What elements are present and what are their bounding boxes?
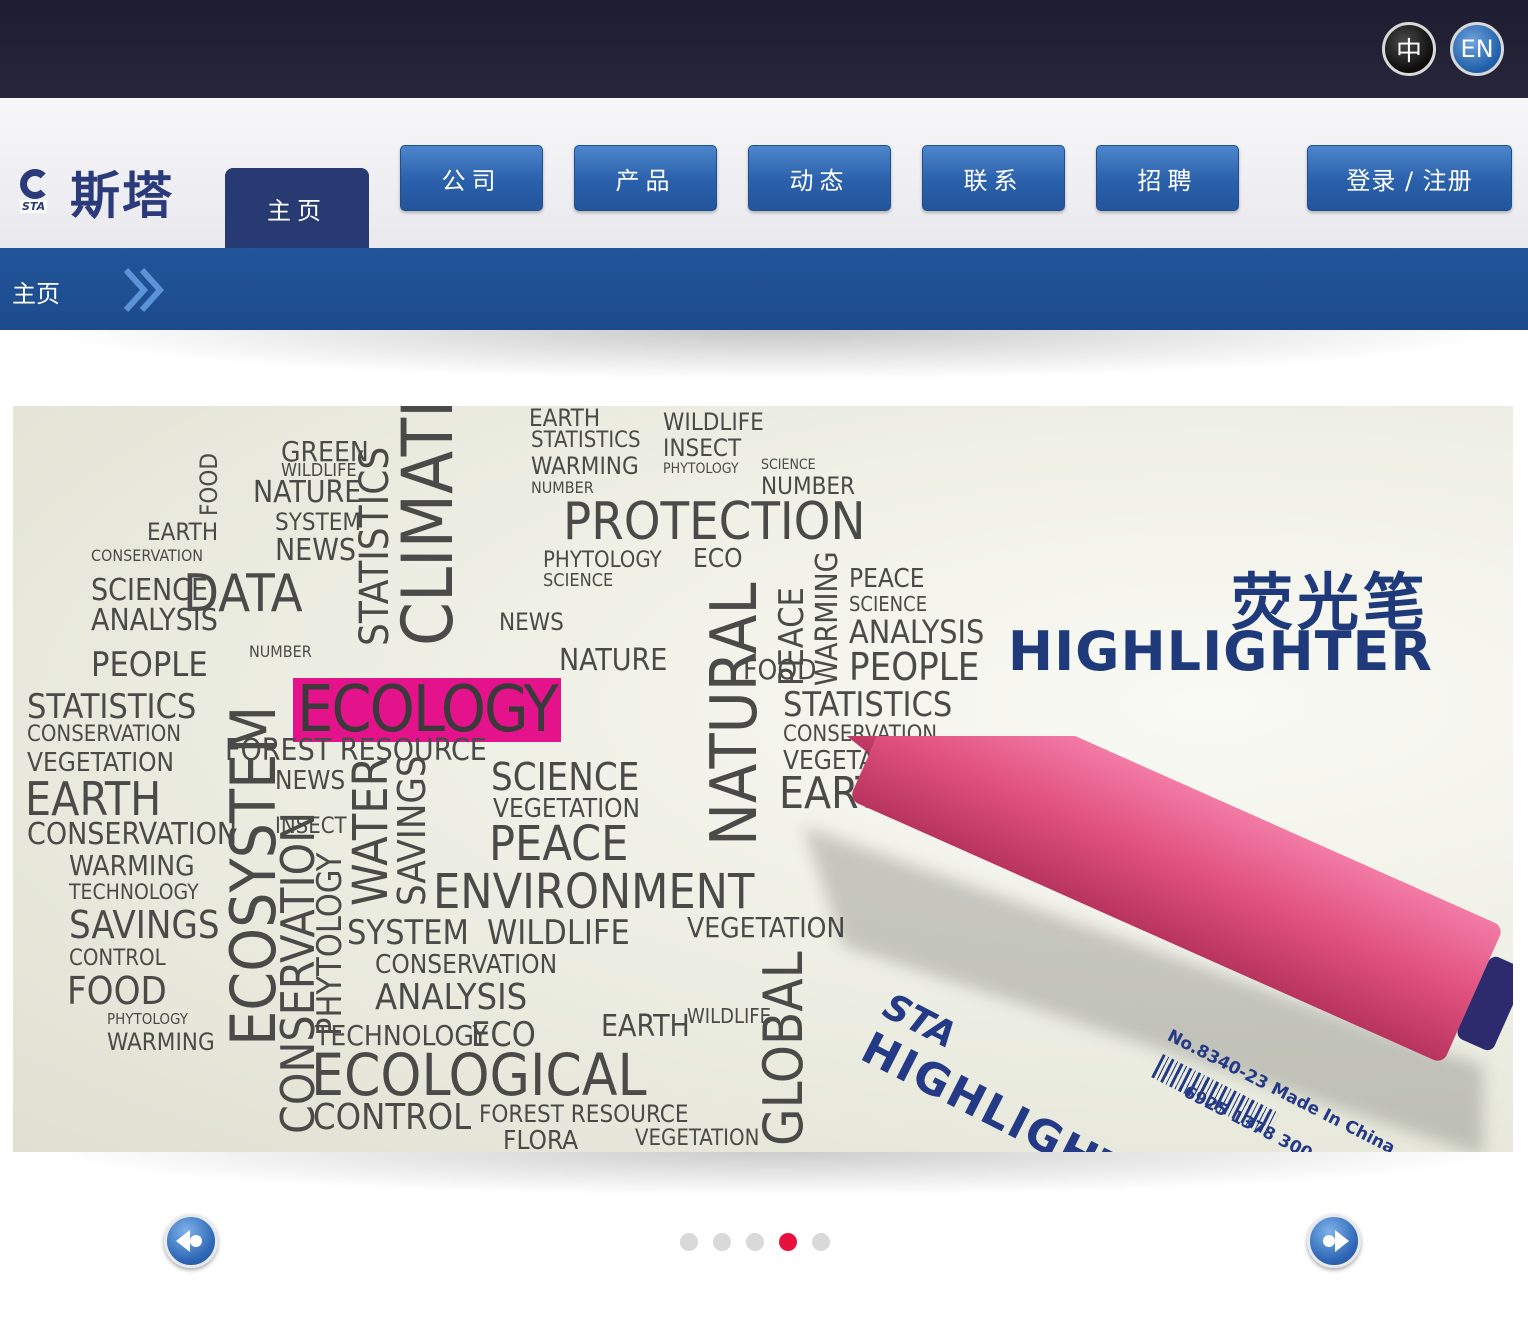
breadcrumb-home[interactable]: 主页 bbox=[12, 274, 60, 309]
word: NEWS bbox=[275, 533, 357, 568]
word: PHYTOLOGY bbox=[310, 852, 350, 1036]
word: ANALYSIS bbox=[849, 613, 985, 651]
word: SCIENCE bbox=[761, 457, 816, 473]
word: SAVINGS bbox=[69, 903, 220, 947]
word: CONSERVATION bbox=[27, 817, 238, 852]
word: WILDLIFE bbox=[487, 913, 630, 953]
word: NEWS bbox=[499, 608, 564, 636]
word: ANALYSIS bbox=[375, 977, 528, 1018]
language-english-button[interactable]: EN bbox=[1450, 22, 1504, 76]
double-chevron-right-icon bbox=[123, 267, 165, 313]
word: FOOD bbox=[67, 969, 167, 1013]
hero-banner[interactable]: STATISTICS CONSERVATION VEGETATION EARTH… bbox=[13, 406, 1513, 1152]
word: CONTROL bbox=[313, 1097, 472, 1138]
word: EARTH bbox=[25, 772, 162, 826]
nav-button-jobs[interactable]: 招聘 bbox=[1096, 145, 1239, 211]
nav-button-contact[interactable]: 联系 bbox=[922, 145, 1065, 211]
nav-button-news[interactable]: 动态 bbox=[748, 145, 891, 211]
word: SCIENCE bbox=[849, 592, 928, 616]
carousel-indicators bbox=[680, 1233, 830, 1251]
word: STATISTICS bbox=[27, 687, 197, 727]
arrow-left-icon bbox=[176, 1230, 202, 1252]
site-logo[interactable]: STA 斯塔 bbox=[18, 156, 174, 228]
word: ECOLOGICAL bbox=[311, 1041, 647, 1109]
carousel-prev-button[interactable] bbox=[164, 1214, 218, 1268]
word: EARTH bbox=[529, 406, 601, 432]
banner-top-shadow bbox=[40, 330, 1510, 380]
carousel-dot-5[interactable] bbox=[812, 1233, 830, 1251]
word: PHYTOLOGY bbox=[107, 1010, 188, 1028]
word: STATISTICS bbox=[531, 428, 641, 453]
logo-text: 斯塔 bbox=[70, 167, 174, 225]
word: PEACE bbox=[489, 816, 629, 872]
word: CLIMATE bbox=[387, 406, 469, 646]
word: SAVINGS bbox=[390, 755, 434, 906]
carousel-dot-2[interactable] bbox=[713, 1233, 731, 1251]
nav-tab-home[interactable]: 主页 bbox=[225, 168, 369, 248]
word: INSECT bbox=[275, 814, 347, 839]
word: EARTH bbox=[147, 518, 219, 546]
word: FOOD bbox=[195, 452, 223, 516]
word: PEOPLE bbox=[849, 645, 980, 689]
carousel-dot-3[interactable] bbox=[746, 1233, 764, 1251]
nav-button-products[interactable]: 产品 bbox=[574, 145, 717, 211]
word: WARMING bbox=[69, 849, 195, 882]
word: STATISTICS bbox=[352, 446, 398, 646]
word: PEOPLE bbox=[91, 645, 208, 685]
word: CONSERVATION bbox=[91, 546, 204, 565]
breadcrumb-bar bbox=[0, 248, 1528, 330]
sta-logo-icon: STA bbox=[18, 169, 56, 215]
carousel-dot-1[interactable] bbox=[680, 1233, 698, 1251]
login-register-button[interactable]: 登录 / 注册 bbox=[1307, 145, 1512, 211]
arrow-right-icon bbox=[1323, 1230, 1349, 1252]
word: SCIENCE bbox=[543, 570, 614, 591]
banner-title-english: HIGHLIGHTER bbox=[1007, 620, 1433, 683]
word: CONSERVATION bbox=[27, 722, 182, 747]
banner-bottom-shadow bbox=[40, 1152, 1510, 1196]
language-chinese-button[interactable]: 中 bbox=[1382, 22, 1436, 76]
word: NUMBER bbox=[249, 642, 312, 661]
word: ECO bbox=[693, 544, 743, 574]
word: NATURE bbox=[253, 475, 362, 510]
word: CONSERVATION bbox=[375, 950, 558, 980]
word: FLORA bbox=[503, 1126, 579, 1152]
nav-button-company[interactable]: 公司 bbox=[400, 145, 543, 211]
word: SYSTEM bbox=[275, 508, 362, 536]
carousel-next-button[interactable] bbox=[1307, 1214, 1361, 1268]
word: STATISTICS bbox=[783, 685, 953, 725]
word: WILDLIFE bbox=[663, 408, 764, 436]
word: INSECT bbox=[663, 434, 742, 462]
word: PEACE bbox=[849, 564, 925, 594]
word: WARMING bbox=[531, 452, 639, 480]
word: WARMING bbox=[107, 1028, 215, 1056]
word: CONTROL bbox=[69, 946, 166, 971]
top-bar bbox=[0, 0, 1528, 98]
word: FOOD bbox=[743, 653, 817, 686]
word: PHYTOLOGY bbox=[543, 548, 662, 573]
carousel-dot-4-active[interactable] bbox=[779, 1233, 797, 1251]
word: DATA bbox=[183, 564, 303, 624]
word: FOREST RESOURCE bbox=[225, 733, 487, 768]
word: NEWS bbox=[275, 766, 346, 796]
word: WARMING bbox=[810, 551, 845, 686]
word: TECHNOLOGY bbox=[69, 880, 199, 904]
word: NATURE bbox=[559, 643, 668, 678]
word: WATER bbox=[343, 756, 399, 906]
word: PROTECTION bbox=[563, 492, 866, 552]
word: PHYTOLOGY bbox=[663, 461, 739, 477]
word: SYSTEM bbox=[347, 913, 469, 953]
